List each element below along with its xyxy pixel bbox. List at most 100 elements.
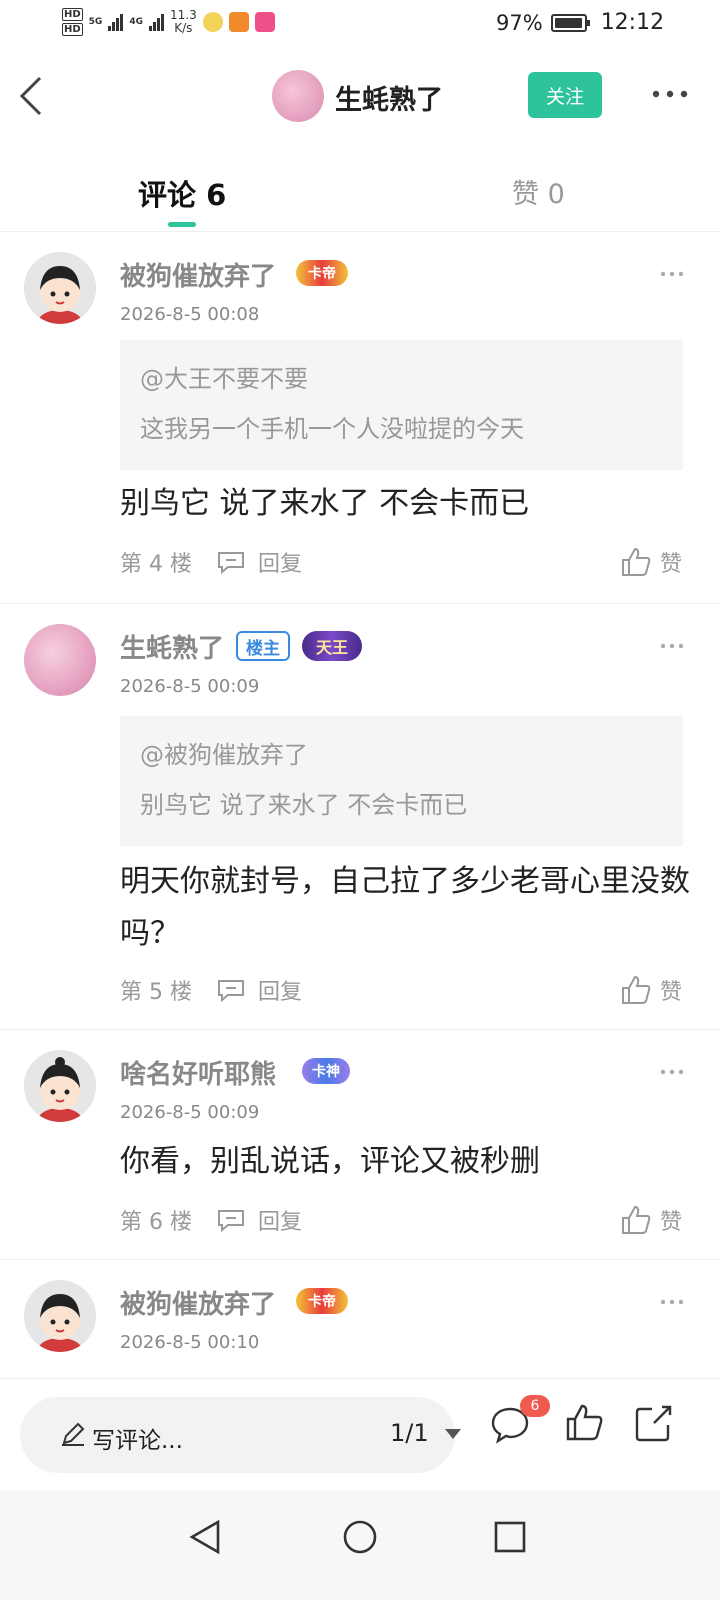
app-notification-icon-1 [202, 12, 223, 32]
reply-bubble-icon [218, 552, 244, 574]
like-label: 赞 [660, 1210, 683, 1235]
more-dots-icon[interactable] [660, 1068, 684, 1076]
quoted-user: @大王不要不要 [140, 365, 308, 393]
system-nav-bar [0, 1490, 720, 1600]
network-speed-unit: K/s [174, 21, 193, 35]
thumbs-up-icon [622, 547, 651, 576]
level-badge: 卡帝 [296, 1288, 348, 1314]
reply-label: 回复 [258, 552, 303, 577]
page-dropdown-arrow-icon[interactable] [445, 1429, 461, 1439]
bottom-action-bar: 写评论... 1/1 6 [0, 1378, 720, 1490]
reply-bubble-icon [218, 1210, 244, 1232]
level-badge: 卡神 [302, 1058, 350, 1084]
tab-bar: 评论 6 赞 0 [0, 160, 720, 232]
floor-number: 第 5 楼 [120, 980, 192, 1005]
network-5g-label: 5G [88, 17, 103, 27]
cartoon-avatar-icon [24, 1280, 96, 1352]
hd-indicator: HD HD [62, 8, 83, 36]
status-right: 97% 12:12 [496, 10, 664, 35]
more-dots-icon[interactable] [660, 270, 684, 278]
pencil-icon [62, 1422, 85, 1446]
cartoon-avatar-icon [24, 252, 96, 324]
battery-percent: 97% [496, 10, 543, 35]
quoted-comment[interactable]: @被狗催放弃了 别鸟它 说了来水了 不会卡而已 [120, 716, 683, 846]
write-comment-input[interactable]: 写评论... 1/1 [20, 1397, 461, 1473]
comment-text: 明天你就封号，自己拉了多少老哥心里没数吗？ [120, 864, 690, 951]
reply-button[interactable]: 回复 [216, 974, 302, 1006]
quoted-text: 别鸟它 说了来水了 不会卡而已 [140, 791, 468, 819]
more-dots-icon[interactable] [660, 642, 684, 650]
tab-active-indicator [168, 222, 196, 227]
like-button[interactable]: 赞 [620, 1204, 682, 1236]
comment-time: 2026-8-5 00:10 [120, 1332, 260, 1353]
user-avatar[interactable] [24, 1050, 96, 1122]
user-avatar[interactable] [24, 624, 96, 696]
battery-icon [550, 13, 590, 32]
comment-text: 你看，别乱说话，评论又被秒删 [120, 1144, 540, 1179]
top-header: 生蚝熟了 关注 [0, 56, 720, 136]
comment-time: 2026-8-5 00:08 [120, 304, 260, 325]
page-indicator[interactable]: 1/1 [390, 1419, 429, 1447]
comment-count-badge: 6 [520, 1395, 550, 1417]
comment-item: 生蚝熟了 楼主 天王 2026-8-5 00:09 @被狗催放弃了 别鸟它 说了… [0, 604, 720, 1030]
comment-item: 被狗催放弃了 卡帝 2026-8-5 00:08 @大王不要不要 这我另一个手机… [0, 232, 720, 604]
app-notification-icon-2 [228, 12, 249, 32]
reply-label: 回复 [258, 1210, 303, 1235]
user-name[interactable]: 生蚝熟了 [120, 628, 224, 665]
cartoon-avatar-icon [24, 1050, 96, 1122]
floor-number: 第 6 楼 [120, 1210, 192, 1235]
more-dots-icon[interactable] [650, 84, 690, 104]
nav-back-icon[interactable] [180, 1512, 230, 1562]
host-badge: 楼主 [236, 631, 290, 661]
comment-time: 2026-8-5 00:09 [120, 676, 260, 697]
user-avatar[interactable] [24, 1280, 96, 1352]
signal-icon-2 [148, 13, 164, 31]
network-speed: 11.3 K/s [170, 9, 197, 35]
author-name[interactable]: 生蚝熟了 [335, 78, 443, 117]
quoted-comment[interactable]: @大王不要不要 这我另一个手机一个人没啦提的今天 [120, 340, 683, 470]
clock: 12:12 [600, 10, 665, 35]
floor-number: 第 4 楼 [120, 552, 192, 577]
user-name[interactable]: 被狗催放弃了 [120, 1284, 276, 1321]
reply-button[interactable]: 回复 [216, 546, 302, 578]
tab-likes[interactable]: 赞 0 [512, 172, 565, 211]
follow-button[interactable]: 关注 [528, 72, 602, 118]
status-bar: HD HD 5G 4G 11.3 K/s 97% 12:12 [0, 0, 720, 48]
user-avatar[interactable] [24, 252, 96, 324]
reply-button[interactable]: 回复 [216, 1204, 302, 1236]
thumbs-up-icon[interactable] [562, 1401, 606, 1445]
share-icon[interactable] [632, 1401, 676, 1445]
thumbs-up-icon [622, 1205, 651, 1234]
hd-label-2: HD [62, 23, 83, 36]
level-badge: 卡帝 [296, 260, 348, 286]
author-avatar[interactable] [272, 70, 324, 122]
quoted-text: 这我另一个手机一个人没啦提的今天 [140, 415, 524, 443]
comment-text: 别鸟它 说了来水了 不会卡而已 [120, 486, 530, 521]
app-notification-icon-3 [254, 12, 275, 32]
comment-time: 2026-8-5 00:09 [120, 1102, 260, 1123]
comment-item: 被狗催放弃了 卡帝 2026-8-5 00:10 [0, 1260, 720, 1378]
battery-fill [554, 17, 582, 28]
like-button[interactable]: 赞 [620, 974, 682, 1006]
back-arrow-icon[interactable] [18, 74, 48, 118]
nav-home-icon[interactable] [335, 1512, 385, 1562]
more-dots-icon[interactable] [660, 1298, 684, 1306]
reply-bubble-icon [218, 980, 244, 1002]
like-label: 赞 [660, 980, 683, 1005]
reply-label: 回复 [258, 980, 303, 1005]
thumbs-up-icon [622, 975, 651, 1004]
like-label: 赞 [660, 552, 683, 577]
write-comment-placeholder: 写评论... [92, 1428, 183, 1454]
comment-item: 啥名好听耶熊 卡神 2026-8-5 00:09 你看，别乱说话，评论又被秒删 … [0, 1030, 720, 1260]
tab-comments[interactable]: 评论 6 [138, 172, 226, 214]
signal-icon [108, 13, 124, 31]
level-badge: 天王 [302, 631, 363, 661]
status-left: HD HD 5G 4G 11.3 K/s [62, 8, 275, 36]
quoted-user: @被狗催放弃了 [140, 741, 308, 769]
nav-recents-icon[interactable] [485, 1512, 535, 1562]
user-name[interactable]: 被狗催放弃了 [120, 256, 276, 293]
hd-label-1: HD [62, 8, 83, 21]
network-4g-label: 4G [129, 17, 143, 27]
user-name[interactable]: 啥名好听耶熊 [120, 1054, 276, 1091]
like-button[interactable]: 赞 [620, 546, 682, 578]
